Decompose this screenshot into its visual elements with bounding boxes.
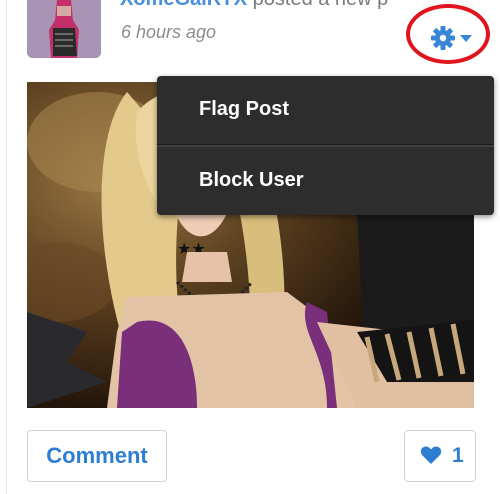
heart-icon [420, 445, 442, 471]
post-timestamp: 6 hours ago [121, 22, 217, 42]
author-link[interactable]: XomeGalRYX [120, 0, 247, 10]
post-action-text: posted a new p [247, 0, 389, 10]
like-count: 1 [452, 444, 464, 467]
chevron-down-icon [460, 35, 472, 42]
gear-icon [431, 26, 472, 50]
like-button[interactable]: 1 [404, 430, 476, 482]
menu-item-block-user[interactable]: Block User [157, 147, 494, 215]
avatar[interactable] [27, 0, 101, 58]
post-header: XomeGalRYX posted a new p [120, 0, 388, 10]
post-options-button[interactable] [425, 20, 481, 58]
comment-button[interactable]: Comment [27, 430, 167, 482]
menu-item-flag-post[interactable]: Flag Post [157, 76, 494, 144]
post-options-menu: Flag Post Block User [157, 76, 494, 215]
left-border [6, 0, 7, 494]
